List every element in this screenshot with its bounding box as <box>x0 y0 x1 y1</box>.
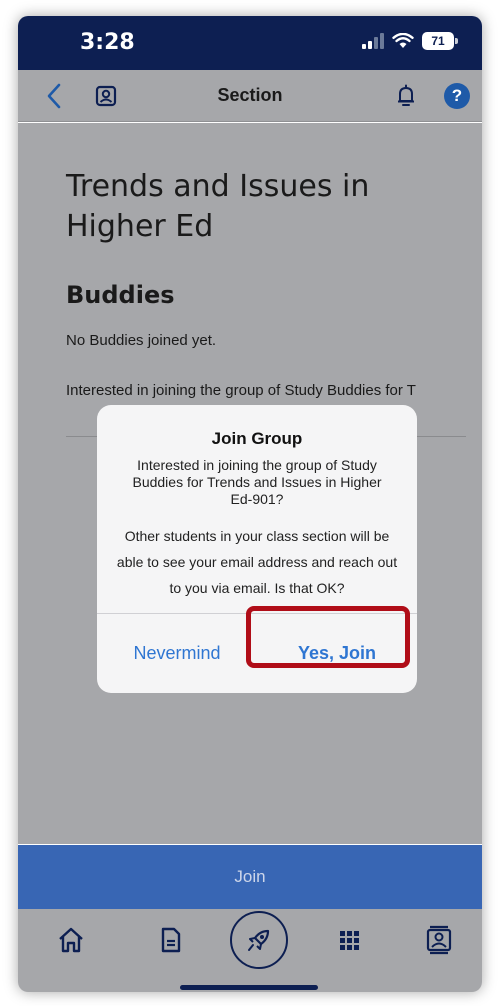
status-time: 3:28 <box>80 30 135 55</box>
tab-bar <box>18 909 482 992</box>
nevermind-button[interactable]: Nevermind <box>97 614 257 693</box>
tab-home[interactable] <box>54 923 88 957</box>
yes-join-highlight-box <box>246 606 410 668</box>
join-prompt-text: Interested in joining the group of Study… <box>66 382 416 399</box>
rocket-icon <box>248 929 270 951</box>
help-icon: ? <box>451 86 463 105</box>
wifi-icon <box>392 33 414 48</box>
profile-card-icon <box>426 925 452 955</box>
dialog-message: Interested in joining the group of Study… <box>132 457 382 507</box>
tab-apps[interactable] <box>332 923 366 957</box>
tab-rocket[interactable] <box>230 911 288 969</box>
home-indicator <box>180 985 318 990</box>
buddies-heading: Buddies <box>66 281 175 309</box>
help-button[interactable]: ? <box>444 83 470 109</box>
tab-documents[interactable] <box>154 923 188 957</box>
status-icons: 71 <box>362 32 458 50</box>
course-title: Trends and Issues in Higher Ed <box>66 169 370 244</box>
bell-icon <box>398 84 414 106</box>
no-buddies-text: No Buddies joined yet. <box>66 332 217 349</box>
apps-grid-icon <box>340 931 359 950</box>
status-bar: 3:28 71 <box>18 16 482 70</box>
signal-icon <box>362 33 384 49</box>
join-button[interactable]: Join <box>18 845 482 909</box>
dialog-title: Join Group <box>211 429 303 448</box>
tab-profile[interactable] <box>422 923 456 957</box>
nav-bar: Section ? <box>18 70 482 122</box>
document-icon <box>161 927 181 953</box>
battery-icon: 71 <box>422 32 458 50</box>
home-icon <box>59 927 83 953</box>
notifications-button[interactable] <box>392 82 420 110</box>
dialog-note: Other students in your class section wil… <box>116 528 398 596</box>
phone-screen: 3:28 71 Section ? Trends and Issues in H… <box>18 16 482 992</box>
